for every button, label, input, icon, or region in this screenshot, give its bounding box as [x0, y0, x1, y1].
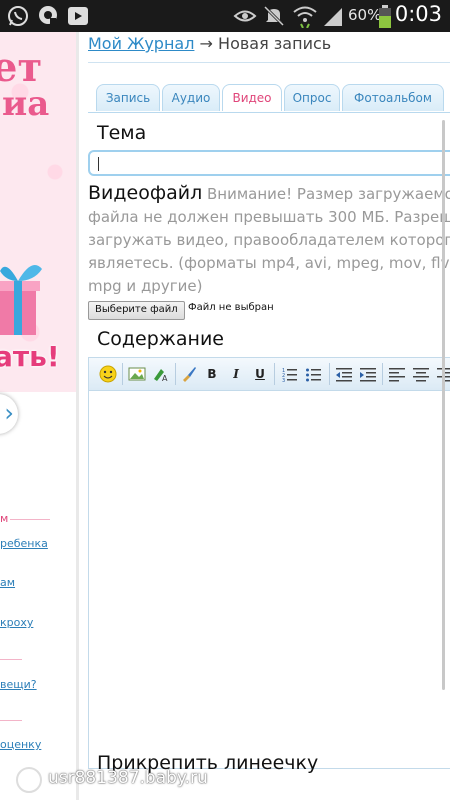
tab-poll[interactable]: Опрос [284, 84, 340, 111]
svg-text:3: 3 [282, 378, 285, 383]
carousel-next-button[interactable]: › [0, 394, 18, 434]
mute-icon [262, 4, 286, 32]
breadcrumb-link-journal[interactable]: Мой Журнал [88, 34, 194, 53]
clock: 0:03 [394, 2, 442, 26]
eye-icon [233, 4, 257, 32]
content-editor[interactable]: A B I U 123 [88, 357, 450, 769]
sidebar-link[interactable]: ребенка [0, 537, 48, 550]
wifi-icon [292, 4, 318, 32]
content-label: Содержание [97, 328, 224, 350]
toolbar-separator [382, 363, 383, 385]
scrollbar[interactable] [442, 120, 445, 690]
toolbar-separator [175, 363, 176, 385]
editor-toolbar: A B I U 123 [89, 358, 450, 391]
sidebar-border [76, 32, 79, 800]
main-content: Мой Журнал → Новая запись Запись Аудио В… [80, 32, 450, 800]
text-caret [98, 157, 99, 171]
bold-button[interactable]: B [203, 365, 221, 383]
ordered-list-icon[interactable]: 123 [281, 365, 299, 384]
signal-icon [322, 4, 344, 32]
tab-audio[interactable]: Аудио [162, 84, 220, 111]
smiley-icon[interactable] [99, 365, 117, 383]
battery-icon [378, 5, 392, 33]
choose-file-button[interactable]: Выберите файл [88, 301, 185, 320]
sidebar-divider [10, 519, 50, 520]
promo-subtitle: иа [2, 84, 50, 124]
watermark: usr881387.baby.ru [16, 767, 278, 793]
tab-divider [88, 112, 450, 113]
watermark-logo-icon [16, 767, 42, 793]
sidebar-link[interactable]: кроху [0, 616, 33, 629]
divider [88, 62, 450, 63]
underline-button[interactable]: U [251, 365, 269, 383]
topic-input[interactable] [88, 150, 450, 176]
whatsapp-icon [6, 4, 30, 32]
video-label: Видеофайл [88, 182, 203, 204]
sidebar-link[interactable]: оценку [0, 738, 41, 751]
chevron-right-icon: › [4, 399, 14, 427]
promo-cta: ать! [0, 340, 60, 373]
indent-icon[interactable] [359, 365, 377, 383]
breadcrumb: Мой Журнал → Новая запись [88, 34, 331, 53]
italic-button[interactable]: I [227, 365, 245, 383]
sidebar: ет иа ать! › м ребенка ам кроху вещи? оц… [0, 32, 76, 800]
brush-icon[interactable] [180, 365, 198, 383]
toolbar-separator [274, 363, 275, 385]
tab-photo-album[interactable]: Фотоальбом [342, 84, 444, 111]
image-icon[interactable] [128, 365, 146, 383]
toolbar-separator [329, 363, 330, 385]
format-icon[interactable]: A [152, 365, 170, 383]
svg-text:A: A [162, 374, 168, 383]
watermark-text: usr881387.baby.ru [48, 768, 208, 788]
gift-icon [0, 257, 44, 341]
align-left-icon[interactable] [388, 365, 406, 383]
sidebar-link[interactable]: ам [0, 576, 15, 589]
status-bar: 60% 0:03 [0, 0, 450, 32]
battery-percent: 60% [348, 6, 382, 24]
topic-label: Тема [97, 122, 147, 144]
align-center-icon[interactable] [412, 365, 430, 383]
sidebar-divider [0, 659, 22, 660]
file-status: Файл не выбран [188, 302, 274, 313]
toolbar-separator [122, 363, 123, 385]
sidebar-link[interactable]: вещи? [0, 678, 37, 691]
breadcrumb-arrow: → [199, 34, 213, 53]
video-section: Видеофайл Внимание! Размер загружаемого … [88, 182, 450, 298]
chat-icon [36, 4, 60, 32]
sidebar-divider [0, 720, 22, 721]
outdent-icon[interactable] [335, 365, 353, 383]
breadcrumb-current: Новая запись [218, 34, 332, 53]
youtube-icon [66, 4, 90, 32]
tab-video[interactable]: Видео [222, 84, 282, 111]
unordered-list-icon[interactable] [305, 365, 323, 383]
tab-post[interactable]: Запись [96, 84, 160, 111]
promo-banner[interactable]: ет иа ать! [0, 32, 76, 392]
sidebar-heading: м [0, 512, 9, 525]
